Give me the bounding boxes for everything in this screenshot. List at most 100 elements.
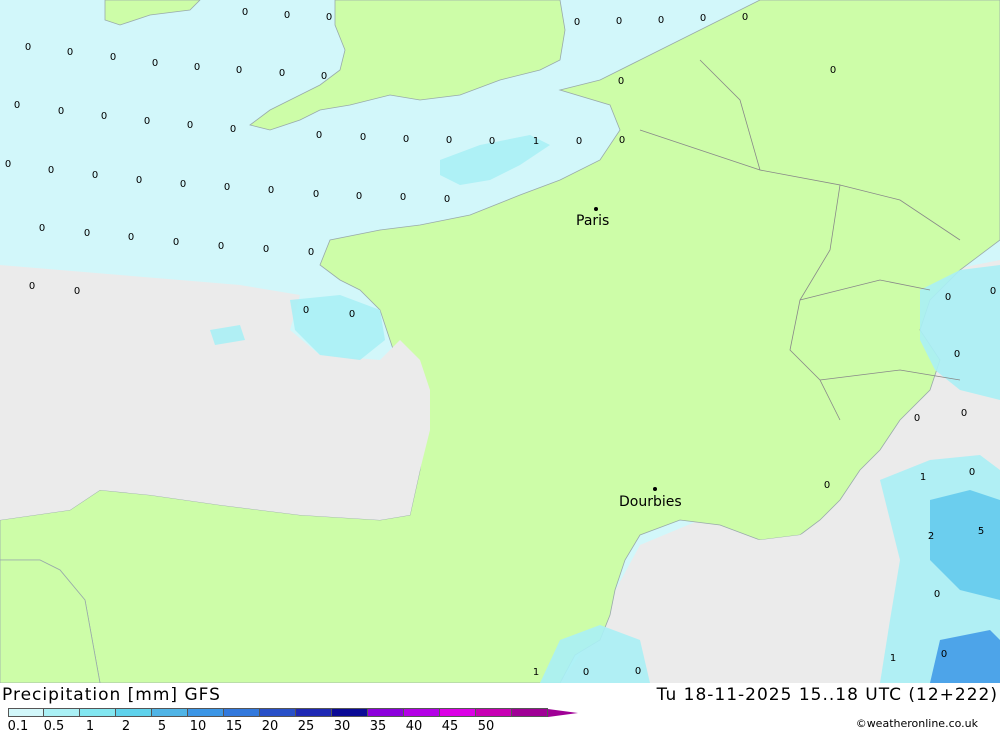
- precip-value-label: 0: [399, 192, 407, 203]
- precip-value-label: 0: [91, 170, 99, 181]
- precip-value-label: 0: [235, 65, 243, 76]
- precip-value-label: 0: [38, 223, 46, 234]
- legend-swatch: [8, 708, 44, 717]
- precip-value-label: 0: [953, 349, 961, 360]
- precip-value-label: 0: [109, 52, 117, 63]
- footer-bar: Precipitation [mm] GFS Tu 18-11-2025 15.…: [0, 683, 1000, 734]
- legend-ticks: 0.1 0.5 1 2 5 10 15 20 25 30 35 40 45 50: [0, 719, 520, 734]
- map-title: Precipitation [mm] GFS: [2, 685, 221, 705]
- precip-value-label: 0: [135, 175, 143, 186]
- precip-value-label: 0: [913, 413, 921, 424]
- precip-value-label: 0: [634, 666, 642, 677]
- legend-swatch: [260, 708, 296, 717]
- legend-tick-label: 1: [85, 719, 95, 734]
- city-marker-dourbies: [653, 487, 657, 491]
- precip-value-label: 0: [968, 467, 976, 478]
- precip-value-label: 0: [100, 111, 108, 122]
- precip-value-label: 0: [575, 136, 583, 147]
- precip-value-label: 0: [172, 237, 180, 248]
- precip-value-label: 0: [657, 15, 665, 26]
- legend-swatch: [368, 708, 404, 717]
- precip-value-label: 0: [359, 132, 367, 143]
- precip-value-label: 0: [823, 480, 831, 491]
- city-label-dourbies: Dourbies: [619, 494, 682, 510]
- precip-value-label: 0: [57, 106, 65, 117]
- precip-value-label: 0: [355, 191, 363, 202]
- legend-swatch: [224, 708, 260, 717]
- legend-color-scale: [8, 708, 578, 718]
- legend-swatch: [188, 708, 224, 717]
- precip-value-label: 0: [151, 58, 159, 69]
- precip-value-label: 1: [532, 667, 540, 678]
- city-marker-paris: [594, 207, 598, 211]
- legend-tick-label: 5: [157, 719, 167, 734]
- map-canvas: [0, 0, 1000, 683]
- weather-map: 0 0 0 0 0 0 0 0 0 0 0 0 0 0 0 0 0 0 0 0 0 0 0 0 0 0 0 0 0 0 0 0 0 0 0 0 0 0 0 1…: [0, 0, 1000, 683]
- precip-value-label: 0: [267, 185, 275, 196]
- precip-value-label: 0: [307, 247, 315, 258]
- legend-tick-label: 25: [297, 719, 315, 734]
- precip-value-label: 0: [241, 7, 249, 18]
- precip-value-label: 0: [179, 179, 187, 190]
- precip-value-label: 2: [927, 531, 935, 542]
- precip-value-label: 0: [944, 292, 952, 303]
- legend-swatch: [116, 708, 152, 717]
- precip-value-label: 0: [262, 244, 270, 255]
- precip-value-label: 0: [989, 286, 997, 297]
- legend-swatch: [512, 708, 548, 717]
- precip-value-label: 0: [488, 136, 496, 147]
- precip-value-label: 0: [402, 134, 410, 145]
- precip-value-label: 0: [223, 182, 231, 193]
- legend-tick-label: 0.5: [43, 719, 65, 734]
- precip-value-label: 0: [699, 13, 707, 24]
- valid-time: Tu 18-11-2025 15..18 UTC (12+222): [656, 685, 998, 705]
- legend-tick-label: 40: [405, 719, 423, 734]
- precip-value-label: 0: [443, 194, 451, 205]
- credit-link[interactable]: ©weatheronline.co.uk: [856, 717, 978, 730]
- legend-swatch: [476, 708, 512, 717]
- precip-value-label: 0: [83, 228, 91, 239]
- precip-value-label: 0: [312, 189, 320, 200]
- precip-value-label: 0: [960, 408, 968, 419]
- legend-arrow: [548, 709, 578, 717]
- legend-tick-label: 45: [441, 719, 459, 734]
- precip-value-label: 0: [618, 135, 626, 146]
- legend-tick-label: 0.1: [7, 719, 29, 734]
- precip-value-label: 0: [143, 116, 151, 127]
- precip-value-label: 0: [573, 17, 581, 28]
- legend-tick-label: 35: [369, 719, 387, 734]
- precip-value-label: 0: [940, 649, 948, 660]
- precip-value-label: 0: [66, 47, 74, 58]
- precip-value-label: 0: [73, 286, 81, 297]
- precip-value-label: 0: [741, 12, 749, 23]
- precip-value-label: 0: [28, 281, 36, 292]
- precip-value-label: 0: [4, 159, 12, 170]
- legend-swatch: [332, 708, 368, 717]
- precip-value-label: 1: [919, 472, 927, 483]
- legend-swatch: [80, 708, 116, 717]
- legend-swatch: [440, 708, 476, 717]
- precip-value-label: 0: [933, 589, 941, 600]
- precip-value-label: 0: [278, 68, 286, 79]
- precip-value-label: 0: [186, 120, 194, 131]
- precip-value-label: 0: [315, 130, 323, 141]
- precip-value-label: 0: [13, 100, 21, 111]
- legend-tick-label: 2: [121, 719, 131, 734]
- legend-tick-label: 20: [261, 719, 279, 734]
- legend-swatch: [44, 708, 80, 717]
- precip-value-label: 0: [47, 165, 55, 176]
- precip-value-label: 0: [193, 62, 201, 73]
- legend-swatch: [296, 708, 332, 717]
- legend-tick-label: 10: [189, 719, 207, 734]
- precip-value-label: 1: [532, 136, 540, 147]
- precip-value-label: 0: [617, 76, 625, 87]
- precip-value-label: 0: [217, 241, 225, 252]
- precip-value-label: 0: [127, 232, 135, 243]
- precip-value-label: 0: [302, 305, 310, 316]
- legend-tick-label: 30: [333, 719, 351, 734]
- precip-value-label: 0: [325, 12, 333, 23]
- precip-value-label: 1: [889, 653, 897, 664]
- precip-value-label: 0: [582, 667, 590, 678]
- city-label-paris: Paris: [576, 213, 610, 229]
- precip-value-label: 0: [445, 135, 453, 146]
